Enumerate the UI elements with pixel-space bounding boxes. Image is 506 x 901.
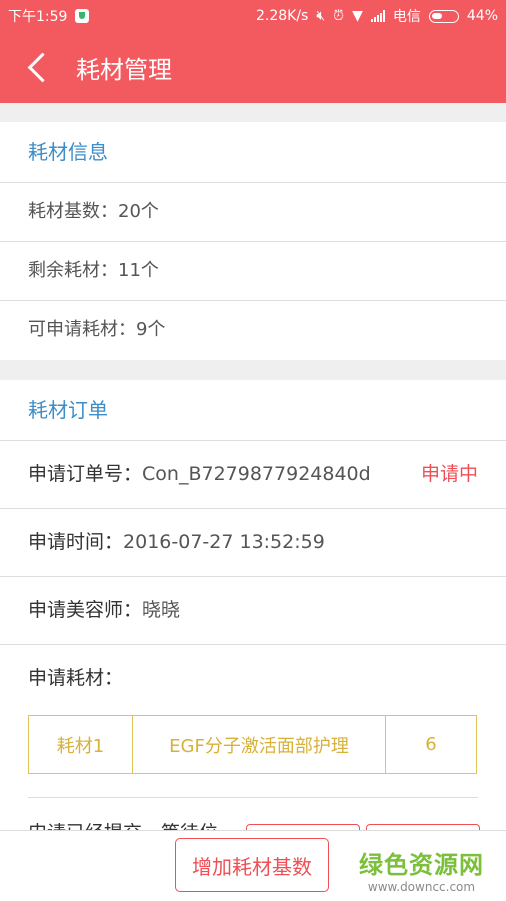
watermark-url: www.downcc.com xyxy=(367,880,476,894)
material-quantity: 6 xyxy=(425,734,437,755)
clock: 下午1:59 xyxy=(8,9,68,25)
order-number-label: 申请订单号： xyxy=(28,463,143,485)
material-name: 耗材1 xyxy=(29,716,133,773)
beautician-row: 申请美容师：晓晓 xyxy=(0,577,506,645)
beautician-value: 晓晓 xyxy=(142,599,181,621)
battery-percent: 44% xyxy=(466,8,498,24)
mute-icon: 🔇︎ xyxy=(316,8,326,24)
order-number-value: Con_B7279877924840d xyxy=(142,463,371,485)
watermark: 绿色资源网 www.downcc.com xyxy=(359,845,484,894)
order-time-row: 申请时间：2016-07-27 13:52:59 xyxy=(0,509,506,577)
status-bar: 下午1:59 2.28K/s 🔇︎ ⏰︎ ▼︎ 电信 44% xyxy=(0,0,506,30)
back-icon[interactable] xyxy=(22,52,52,82)
info-row-base: 耗材基数：20个 xyxy=(0,183,506,242)
signal-icon xyxy=(370,10,385,22)
network-speed: 2.28K/s xyxy=(255,8,309,24)
materials-label-row: 申请耗材： xyxy=(0,645,506,712)
order-time-label: 申请时间： xyxy=(28,531,124,553)
divider xyxy=(28,797,478,798)
order-section-heading: 耗材订单 xyxy=(0,380,506,441)
wifi-icon: ▼︎ xyxy=(352,8,363,24)
material-description: EGF分子激活面部护理 xyxy=(133,716,386,773)
bottom-bar: 增加耗材基数 绿色资源网 www.downcc.com xyxy=(0,830,506,901)
info-section-heading: 耗材信息 xyxy=(0,122,506,183)
order-section: 耗材订单 申请订单号：Con_B7279877924840d 申请中 申请时间：… xyxy=(0,380,506,830)
battery-icon xyxy=(428,9,459,23)
info-row-available: 可申请耗材：9个 xyxy=(28,319,166,340)
watermark-title: 绿色资源网 xyxy=(359,851,484,879)
status-badge: 申请中 xyxy=(420,463,478,485)
materials-label: 申请耗材： xyxy=(28,667,124,689)
info-row-remaining: 剩余耗材：11个 xyxy=(0,242,506,301)
material-item-grid: 耗材1 EGF分子激活面部护理 6 xyxy=(28,715,477,774)
shield-icon xyxy=(75,9,90,23)
app-bar: 耗材管理 xyxy=(0,30,506,103)
order-time-value: 2016-07-27 13:52:59 xyxy=(123,531,325,553)
alarm-icon: ⏰︎ xyxy=(333,8,345,24)
carrier-name: 电信 xyxy=(392,9,421,25)
page-title: 耗材管理 xyxy=(76,56,172,84)
info-section: 耗材信息 耗材基数：20个 剩余耗材：11个 可申请耗材：9个 xyxy=(0,122,506,360)
partial-status-text: 申请已经提交，等待位 xyxy=(28,818,218,830)
beautician-label: 申请美容师： xyxy=(28,599,143,621)
add-material-base-button[interactable]: 增加耗材基数 xyxy=(175,838,329,892)
order-number-row: 申请订单号：Con_B7279877924840d 申请中 xyxy=(0,441,506,509)
